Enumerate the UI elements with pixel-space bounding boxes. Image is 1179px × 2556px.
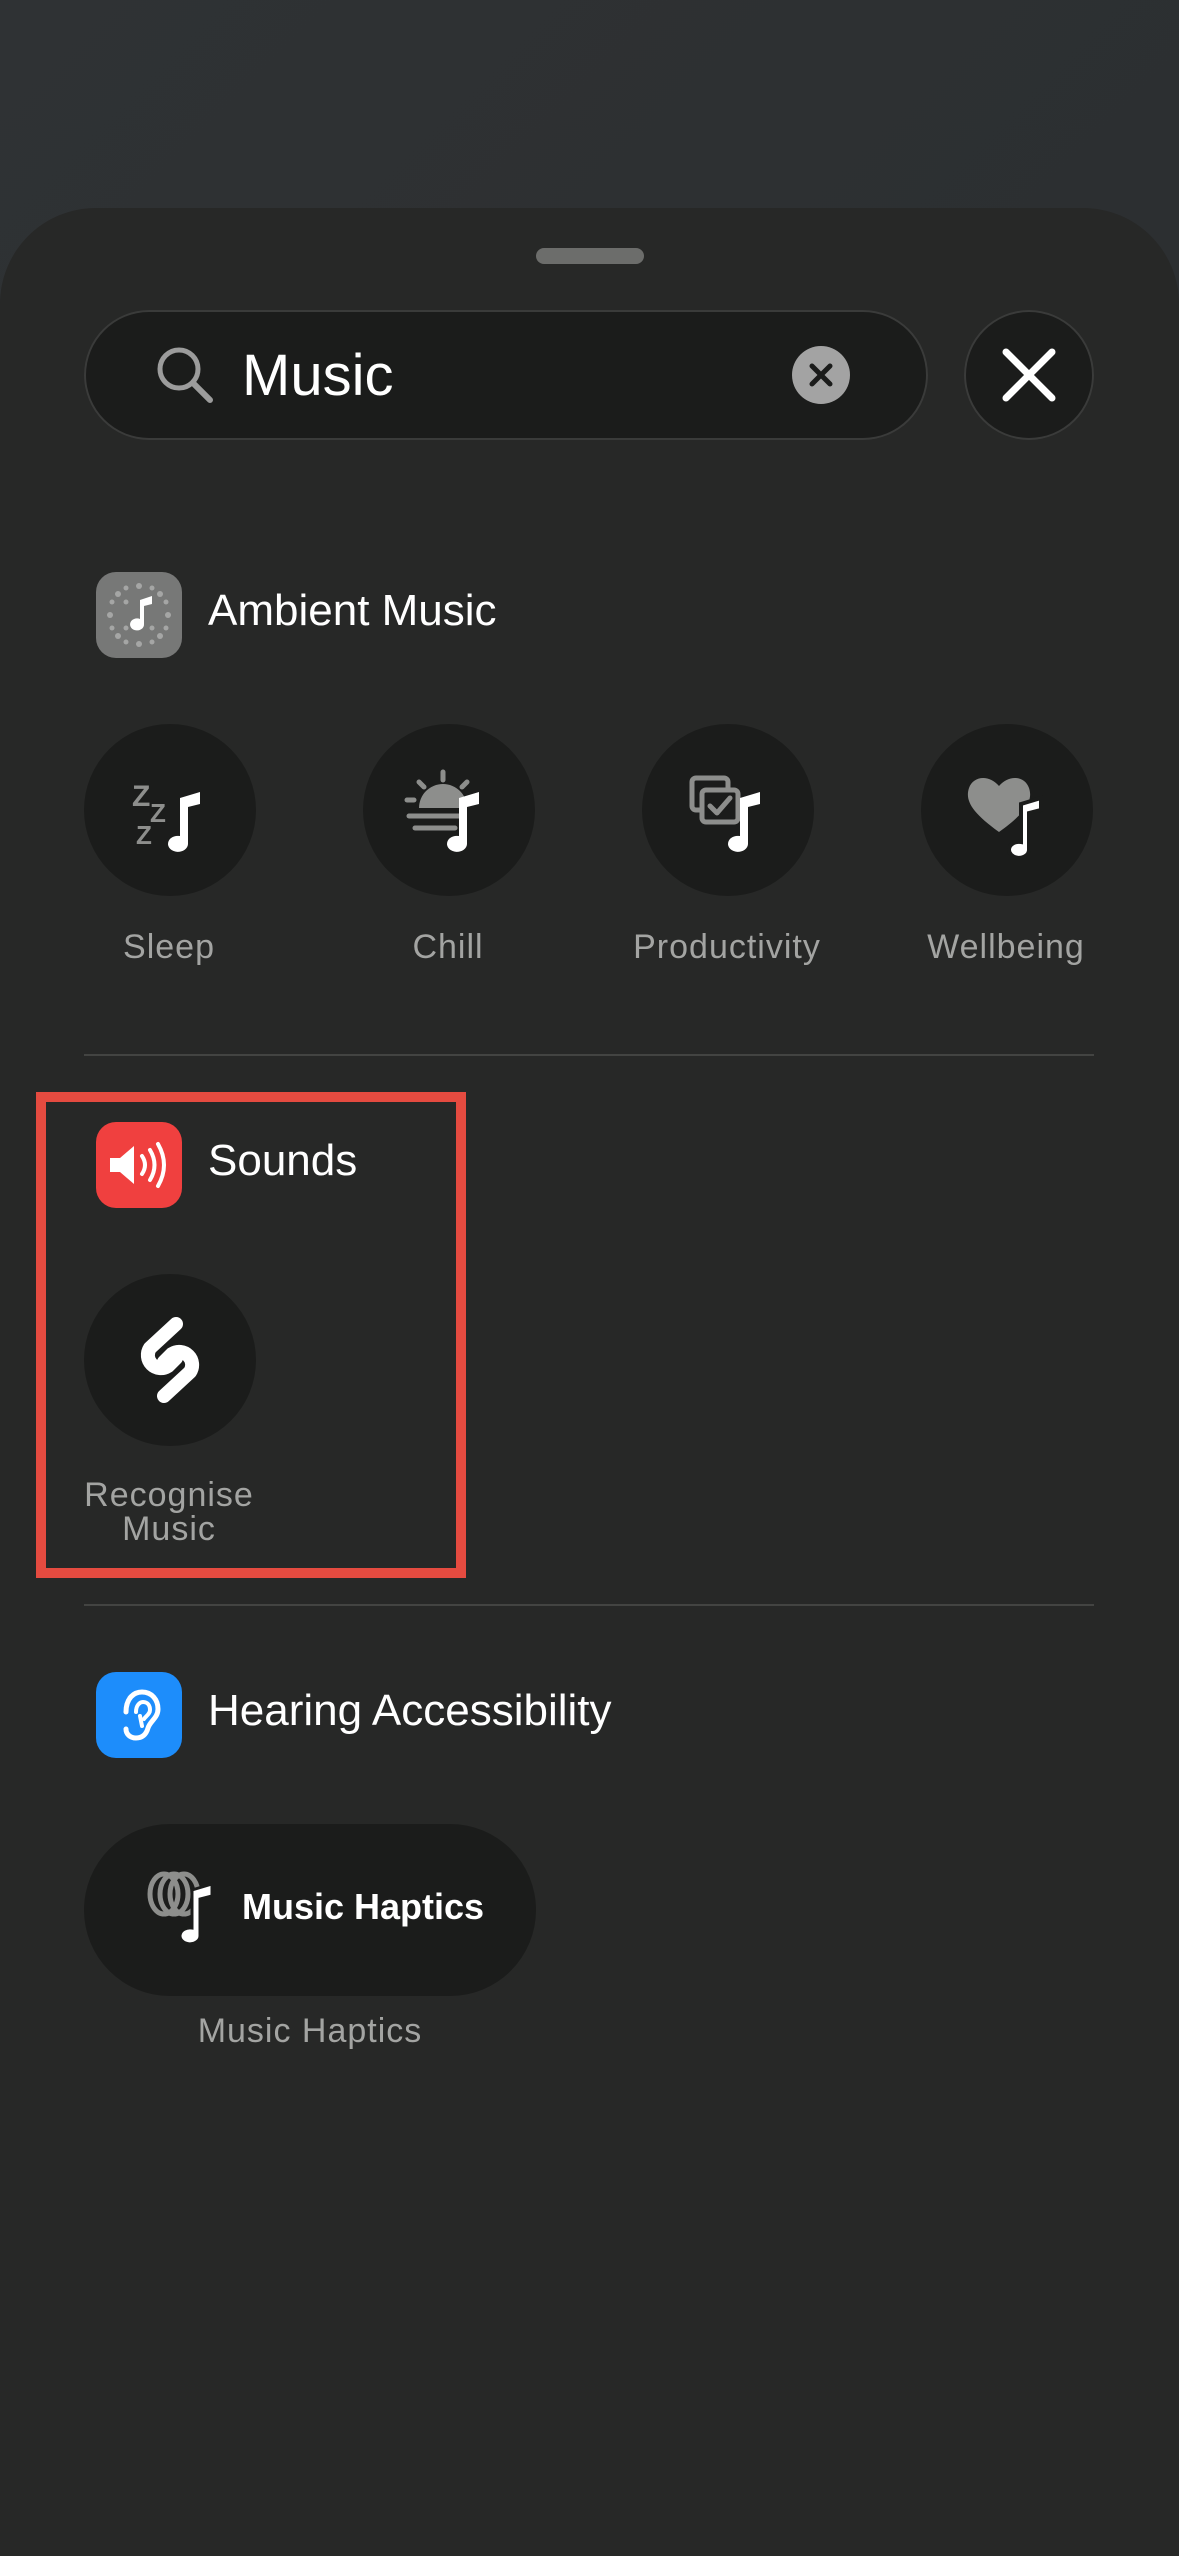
search-icon [157, 347, 213, 403]
music-haptics-pill-label: Music Haptics [242, 1886, 485, 1927]
productivity-music-icon [689, 775, 760, 852]
productivity-label: Productivity [633, 928, 821, 966]
wellbeing-label: Wellbeing [927, 928, 1085, 966]
close-button[interactable] [964, 310, 1094, 440]
music-haptics-icon [147, 1871, 214, 1946]
sleep-music-icon: Z Z Z [132, 780, 200, 852]
search-field[interactable] [84, 310, 928, 440]
search-input[interactable] [242, 330, 842, 420]
clear-x-icon [809, 363, 833, 387]
sheet-grabber[interactable] [536, 248, 644, 264]
sleep-button-circle[interactable]: Z Z Z [84, 724, 256, 896]
music-haptics-caption: Music Haptics [197, 2012, 423, 2050]
controls-search-sheet: Ambient Music Z Z Z Sleep [0, 208, 1179, 2556]
svg-text:Z: Z [136, 820, 152, 850]
chill-button-circle[interactable] [363, 724, 535, 896]
wellbeing-button-circle[interactable] [921, 724, 1093, 896]
svg-text:Z: Z [150, 798, 166, 828]
svg-text:Z: Z [132, 780, 150, 813]
music-haptics-toggle[interactable]: Music Haptics [84, 1824, 536, 1996]
highlight-box [36, 1092, 466, 1578]
section-divider [84, 1604, 1094, 1606]
ambient-music-app-icon [96, 572, 182, 658]
wellbeing-music-icon [967, 777, 1043, 860]
productivity-button-circle[interactable] [642, 724, 814, 896]
hearing-accessibility-app-icon [96, 1672, 182, 1758]
chill-music-icon [404, 769, 479, 852]
close-icon [1002, 348, 1056, 402]
section-title-hearing-accessibility: Hearing Accessibility [208, 1686, 612, 1735]
section-divider [84, 1054, 1094, 1056]
section-title-ambient-music: Ambient Music [208, 586, 497, 635]
clear-search-button[interactable] [792, 346, 850, 404]
chill-label: Chill [412, 928, 484, 966]
sleep-label: Sleep [123, 928, 215, 966]
